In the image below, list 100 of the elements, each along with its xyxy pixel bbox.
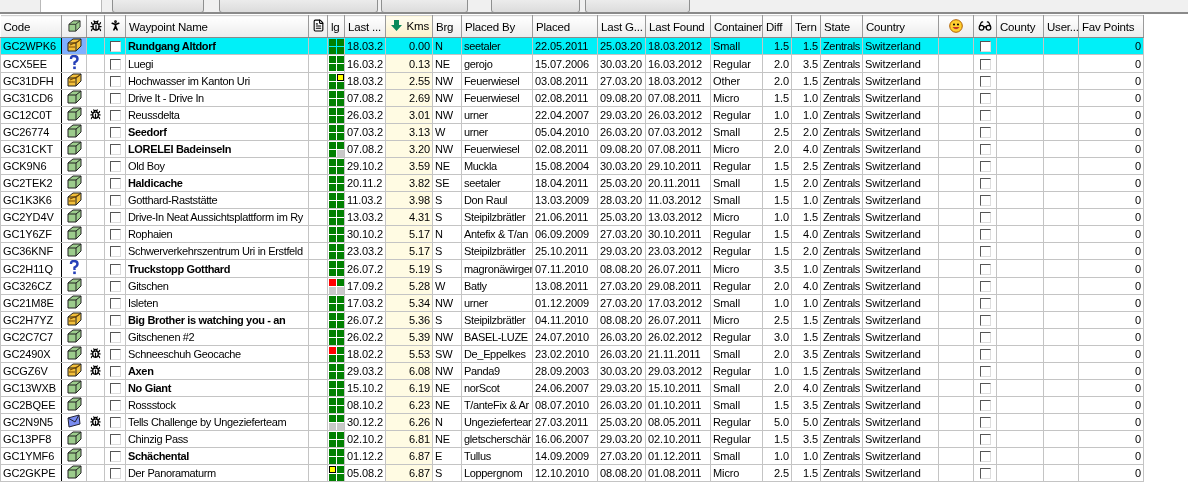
column-header[interactable]: Placed [532, 15, 598, 38]
column-header[interactable] [104, 15, 126, 38]
state-cell: Zentrals [820, 89, 863, 107]
date-cell: 09.08.20 [597, 89, 646, 107]
column-header[interactable]: Last G... [597, 15, 646, 38]
checkbox[interactable] [979, 178, 991, 190]
checkbox[interactable] [979, 298, 991, 310]
checkbox[interactable] [109, 110, 121, 122]
checkbox[interactable] [979, 93, 991, 105]
checkbox[interactable] [979, 383, 991, 395]
cache-box-icon [66, 73, 82, 87]
date-cell: 30.10.2011 [645, 225, 711, 243]
checkbox[interactable] [979, 110, 991, 122]
checkbox[interactable] [109, 434, 121, 446]
waypoint-name: No Giant [125, 379, 309, 397]
checkbox[interactable] [109, 383, 121, 395]
date-cell: 26.02.2 [344, 328, 386, 346]
column-header[interactable]: Brg [432, 15, 462, 38]
checkbox[interactable] [979, 76, 991, 88]
checkbox[interactable] [109, 246, 121, 258]
checkbox[interactable] [109, 451, 121, 463]
checkbox[interactable] [109, 263, 121, 275]
checkbox[interactable] [979, 212, 991, 224]
column-header[interactable]: Code [0, 15, 62, 38]
date-cell: 15.07.2006 [532, 54, 598, 73]
checkbox[interactable] [979, 246, 991, 258]
country-cell: Switzerland [862, 157, 939, 175]
cache-box-icon [66, 448, 82, 462]
checkbox[interactable] [979, 417, 991, 429]
column-header[interactable]: Country [862, 15, 939, 38]
checkbox[interactable] [979, 58, 991, 70]
cache-box-icon [66, 312, 82, 326]
column-header[interactable] [61, 15, 87, 38]
checkbox[interactable] [979, 263, 991, 275]
column-header[interactable]: Fav Points [1078, 15, 1144, 38]
checkbox[interactable] [109, 400, 121, 412]
checkbox[interactable] [979, 468, 991, 480]
checkbox[interactable] [979, 332, 991, 344]
checkbox[interactable] [979, 41, 991, 53]
checkbox[interactable] [979, 229, 991, 241]
checkbox[interactable] [109, 281, 121, 293]
checkbox[interactable] [109, 58, 121, 70]
checkbox[interactable] [109, 229, 121, 241]
checkbox[interactable] [979, 127, 991, 139]
bearing-cell: S [432, 311, 462, 329]
date-cell: 14.09.2009 [532, 447, 598, 465]
checkbox[interactable] [109, 212, 121, 224]
checkbox[interactable] [979, 349, 991, 361]
checkbox[interactable] [109, 127, 121, 139]
checkbox[interactable] [109, 417, 121, 429]
cache-box-icon [66, 124, 82, 138]
checkbox[interactable] [109, 76, 121, 88]
column-header[interactable]: Waypoint Name [125, 15, 309, 38]
column-header[interactable]: Placed By [461, 15, 533, 38]
checkbox[interactable] [109, 298, 121, 310]
checkbox[interactable] [979, 434, 991, 446]
checkbox[interactable] [979, 400, 991, 412]
date-cell: 21.06.2011 [532, 208, 598, 226]
date-cell: 08.07.2010 [532, 396, 598, 414]
difficulty-cell: 2.0 [762, 345, 792, 363]
checkbox[interactable] [109, 315, 121, 327]
checkbox[interactable] [109, 93, 121, 105]
column-header[interactable]: State [820, 15, 863, 38]
checkbox[interactable] [979, 144, 991, 156]
checkbox[interactable] [109, 161, 121, 173]
column-header[interactable]: County [996, 15, 1044, 38]
country-cell: Switzerland [862, 447, 939, 465]
column-header[interactable]: Tern [791, 15, 821, 38]
cache-box-icon [66, 397, 82, 411]
checkbox[interactable] [109, 366, 121, 378]
checkbox[interactable] [109, 144, 121, 156]
checkbox[interactable] [979, 315, 991, 327]
cache-code: GC31CD6 [0, 89, 62, 107]
column-header[interactable] [973, 15, 997, 38]
country-cell: Switzerland [862, 37, 939, 55]
column-header[interactable]: User... [1043, 15, 1079, 38]
favorite-points-cell: 0 [1078, 396, 1144, 414]
checkbox[interactable] [109, 468, 121, 480]
favorite-points-cell: 0 [1078, 174, 1144, 192]
checkbox[interactable] [979, 451, 991, 463]
checkbox[interactable] [979, 366, 991, 378]
column-header[interactable]: Last ... [344, 15, 386, 38]
state-cell: Zentrals [820, 72, 863, 90]
checkbox[interactable] [109, 349, 121, 361]
favorite-points-cell: 0 [1078, 242, 1144, 260]
checkbox[interactable] [979, 161, 991, 173]
checkbox[interactable] [109, 332, 121, 344]
checkbox[interactable] [109, 195, 121, 207]
column-header[interactable]: Last Found [645, 15, 711, 38]
column-header[interactable]: Diff [762, 15, 792, 38]
checkbox[interactable] [979, 281, 991, 293]
waypoint-name: Der Panoramaturm [125, 464, 309, 482]
bug-icon [90, 19, 102, 32]
checkbox[interactable] [109, 41, 121, 53]
checkbox[interactable] [979, 195, 991, 207]
date-cell: 17.03.2012 [645, 294, 711, 312]
column-header[interactable]: Container [710, 15, 763, 38]
waypoint-name: Drive It - Drive In [125, 89, 309, 107]
column-header[interactable]: Kms [385, 15, 433, 38]
checkbox[interactable] [109, 178, 121, 190]
